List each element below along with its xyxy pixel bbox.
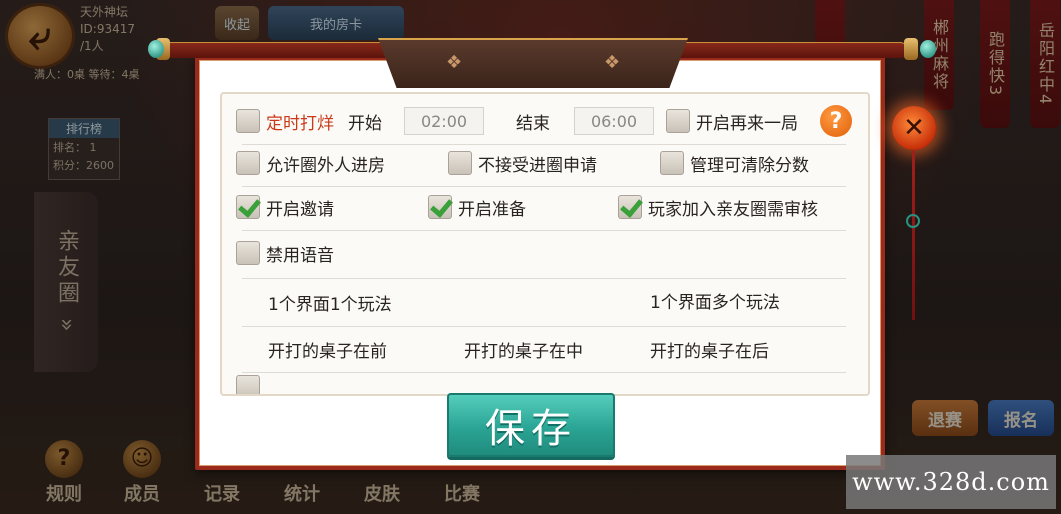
one-mode-option[interactable]: 1个界面1个玩法 xyxy=(268,278,392,326)
settings-row-table-order: 开打的桌子在前 开打的桌子在中 开打的桌子在后 xyxy=(242,326,846,373)
multi-mode-option[interactable]: 1个界面多个玩法 xyxy=(650,278,780,322)
enable-invite-label: 开启邀请 xyxy=(266,199,334,220)
reject-join-checkbox[interactable] xyxy=(448,151,472,175)
site-watermark: www.328d.com xyxy=(846,455,1056,509)
knot-ornament-icon: ❖ xyxy=(446,52,463,73)
settings-row-voice: 禁用语音 xyxy=(236,228,846,279)
join-review-checkbox[interactable] xyxy=(618,195,642,219)
enable-ready-label: 开启准备 xyxy=(458,199,526,220)
settings-row-schedule: 定时打烊 开始 02:00 结束 06:00 开启再来一局 ? xyxy=(236,98,852,145)
settings-row-layout: 1个界面1个玩法 1个界面多个玩法 xyxy=(242,278,846,327)
tables-first-option[interactable]: 开打的桌子在前 xyxy=(268,326,387,372)
jade-ornament-right xyxy=(920,40,936,58)
timed-close-label: 定时打烊 xyxy=(266,113,334,134)
close-button[interactable]: ✕ xyxy=(892,106,936,150)
timed-close-option[interactable]: 定时打烊 xyxy=(236,98,334,144)
play-again-checkbox[interactable] xyxy=(666,109,690,133)
start-time-field[interactable]: 02:00 xyxy=(404,107,484,135)
hidden-option-partial[interactable] xyxy=(236,374,266,394)
reject-join-option[interactable]: 不接受进圈申请 xyxy=(448,140,597,186)
disable-voice-label: 禁用语音 xyxy=(266,245,334,266)
join-review-option[interactable]: 玩家加入亲友圈需审核 xyxy=(618,184,818,230)
end-time-field[interactable]: 06:00 xyxy=(574,107,654,135)
manager-clear-option[interactable]: 管理可清除分数 xyxy=(660,140,809,186)
jade-ornament-left xyxy=(148,40,164,58)
settings-row-membership: 允许圈外人进房 不接受进圈申请 管理可清除分数 xyxy=(236,140,846,187)
join-review-label: 玩家加入亲友圈需审核 xyxy=(648,199,818,220)
reject-join-label: 不接受进圈申请 xyxy=(478,155,597,176)
allow-outsiders-label: 允许圈外人进房 xyxy=(266,155,385,176)
manager-clear-label: 管理可清除分数 xyxy=(690,155,809,176)
enable-invite-option[interactable]: 开启邀请 xyxy=(236,184,334,230)
title-plate: ❖ ❖ xyxy=(378,38,688,88)
tassel-bead xyxy=(906,214,920,228)
allow-outsiders-option[interactable]: 允许圈外人进房 xyxy=(236,140,385,186)
rod-cap-right xyxy=(904,38,918,60)
help-question-icon[interactable]: ? xyxy=(820,105,852,137)
enable-ready-option[interactable]: 开启准备 xyxy=(428,184,526,230)
tables-last-option[interactable]: 开打的桌子在后 xyxy=(650,326,769,372)
disable-voice-checkbox[interactable] xyxy=(236,241,260,265)
tables-middle-option[interactable]: 开打的桌子在中 xyxy=(464,326,583,372)
settings-panel: 定时打烊 开始 02:00 结束 06:00 开启再来一局 ? 允许圈外人进房 … xyxy=(220,92,870,396)
play-again-label: 开启再来一局 xyxy=(696,113,798,134)
help-wrap: ? xyxy=(820,98,852,144)
start-label: 开始 xyxy=(348,113,382,134)
start-time-wrap: 02:00 xyxy=(404,98,484,144)
play-again-option[interactable]: 开启再来一局 xyxy=(666,98,798,144)
close-icon: ✕ xyxy=(903,113,925,143)
end-label: 结束 xyxy=(516,113,550,134)
allow-outsiders-checkbox[interactable] xyxy=(236,151,260,175)
enable-invite-checkbox[interactable] xyxy=(236,195,260,219)
end-time-wrap: 06:00 xyxy=(574,98,654,144)
timed-close-checkbox[interactable] xyxy=(236,109,260,133)
tassel-decoration xyxy=(912,150,915,320)
settings-row-flow: 开启邀请 开启准备 玩家加入亲友圈需审核 xyxy=(236,184,846,231)
knot-ornament-icon: ❖ xyxy=(604,52,621,73)
save-button[interactable]: 保存 xyxy=(447,393,615,457)
manager-clear-checkbox[interactable] xyxy=(660,151,684,175)
disable-voice-option[interactable]: 禁用语音 xyxy=(236,228,334,278)
hidden-option-checkbox[interactable] xyxy=(236,375,260,394)
enable-ready-checkbox[interactable] xyxy=(428,195,452,219)
